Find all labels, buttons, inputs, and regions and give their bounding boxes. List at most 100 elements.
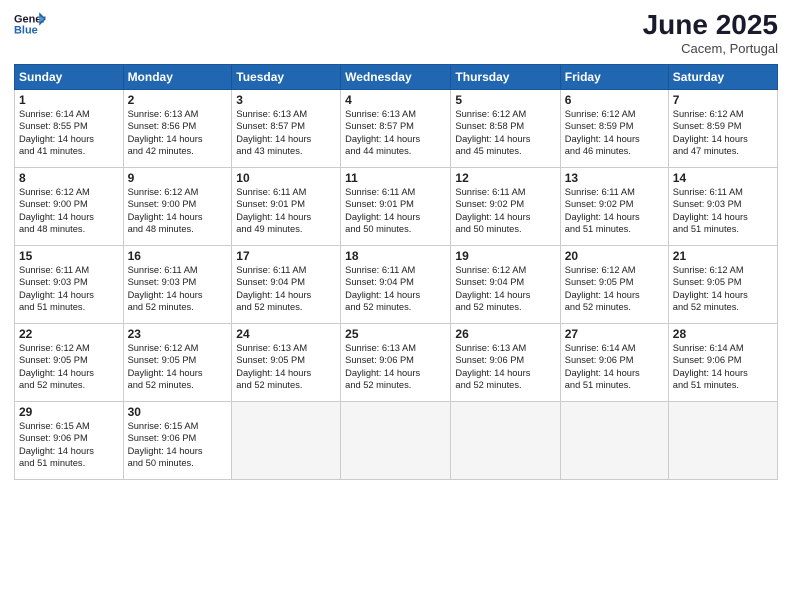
calendar-week-row: 22Sunrise: 6:12 AMSunset: 9:05 PMDayligh… (15, 323, 778, 401)
day-info: Sunrise: 6:12 AMSunset: 8:59 PMDaylight:… (673, 108, 773, 158)
day-info: Sunrise: 6:14 AMSunset: 9:06 PMDaylight:… (565, 342, 664, 392)
table-row: 15Sunrise: 6:11 AMSunset: 9:03 PMDayligh… (15, 245, 124, 323)
day-info: Sunrise: 6:11 AMSunset: 9:03 PMDaylight:… (19, 264, 119, 314)
day-info: Sunrise: 6:11 AMSunset: 9:04 PMDaylight:… (236, 264, 336, 314)
table-row: 16Sunrise: 6:11 AMSunset: 9:03 PMDayligh… (123, 245, 232, 323)
table-row: 6Sunrise: 6:12 AMSunset: 8:59 PMDaylight… (560, 89, 668, 167)
day-info: Sunrise: 6:12 AMSunset: 9:00 PMDaylight:… (19, 186, 119, 236)
day-number: 29 (19, 405, 119, 419)
table-row: 12Sunrise: 6:11 AMSunset: 9:02 PMDayligh… (451, 167, 560, 245)
table-row: 11Sunrise: 6:11 AMSunset: 9:01 PMDayligh… (341, 167, 451, 245)
day-info: Sunrise: 6:13 AMSunset: 8:57 PMDaylight:… (236, 108, 336, 158)
calendar-week-row: 29 Sunrise: 6:15 AMSunset: 9:06 PMDayligh… (15, 401, 778, 479)
day-info: Sunrise: 6:12 AMSunset: 9:05 PMDaylight:… (19, 342, 119, 392)
table-row: 25Sunrise: 6:13 AMSunset: 9:06 PMDayligh… (341, 323, 451, 401)
day-info: Sunrise: 6:14 AMSunset: 8:55 PMDaylight:… (19, 108, 119, 158)
day-info: Sunrise: 6:12 AMSunset: 9:04 PMDaylight:… (455, 264, 555, 314)
col-tuesday: Tuesday (232, 64, 341, 89)
day-number: 8 (19, 171, 119, 185)
day-info: Sunrise: 6:15 AMSunset: 9:06 PMDaylight:… (128, 420, 228, 470)
calendar-header-row: Sunday Monday Tuesday Wednesday Thursday… (15, 64, 778, 89)
day-number: 7 (673, 93, 773, 107)
col-thursday: Thursday (451, 64, 560, 89)
day-info: Sunrise: 6:11 AMSunset: 9:03 PMDaylight:… (128, 264, 228, 314)
day-info: Sunrise: 6:12 AMSunset: 9:00 PMDaylight:… (128, 186, 228, 236)
day-info: Sunrise: 6:13 AMSunset: 8:57 PMDaylight:… (345, 108, 446, 158)
table-row: 22Sunrise: 6:12 AMSunset: 9:05 PMDayligh… (15, 323, 124, 401)
table-row: 21Sunrise: 6:12 AMSunset: 9:05 PMDayligh… (668, 245, 777, 323)
table-row: 2Sunrise: 6:13 AMSunset: 8:56 PMDaylight… (123, 89, 232, 167)
day-info: Sunrise: 6:14 AMSunset: 9:06 PMDaylight:… (673, 342, 773, 392)
table-row: 8Sunrise: 6:12 AMSunset: 9:00 PMDaylight… (15, 167, 124, 245)
day-info: Sunrise: 6:13 AMSunset: 8:56 PMDaylight:… (128, 108, 228, 158)
table-row: 9Sunrise: 6:12 AMSunset: 9:00 PMDaylight… (123, 167, 232, 245)
table-row: 3Sunrise: 6:13 AMSunset: 8:57 PMDaylight… (232, 89, 341, 167)
calendar: Sunday Monday Tuesday Wednesday Thursday… (14, 64, 778, 480)
day-number: 22 (19, 327, 119, 341)
day-info: Sunrise: 6:12 AMSunset: 8:59 PMDaylight:… (565, 108, 664, 158)
table-row: 5Sunrise: 6:12 AMSunset: 8:58 PMDaylight… (451, 89, 560, 167)
col-monday: Monday (123, 64, 232, 89)
day-number: 19 (455, 249, 555, 263)
day-number: 23 (128, 327, 228, 341)
day-info: Sunrise: 6:11 AMSunset: 9:03 PMDaylight:… (673, 186, 773, 236)
day-number: 27 (565, 327, 664, 341)
table-row: 23Sunrise: 6:12 AMSunset: 9:05 PMDayligh… (123, 323, 232, 401)
table-row: 18Sunrise: 6:11 AMSunset: 9:04 PMDayligh… (341, 245, 451, 323)
table-row: 7Sunrise: 6:12 AMSunset: 8:59 PMDaylight… (668, 89, 777, 167)
day-number: 2 (128, 93, 228, 107)
table-row: 29Sunrise: 6:15 AMSunset: 9:06 PMDayligh… (15, 401, 124, 479)
day-number: 4 (345, 93, 446, 107)
table-row: 10Sunrise: 6:11 AMSunset: 9:01 PMDayligh… (232, 167, 341, 245)
day-number: 18 (345, 249, 446, 263)
day-number: 26 (455, 327, 555, 341)
table-row: 27Sunrise: 6:14 AMSunset: 9:06 PMDayligh… (560, 323, 668, 401)
day-number: 10 (236, 171, 336, 185)
col-wednesday: Wednesday (341, 64, 451, 89)
day-info: Sunrise: 6:12 AMSunset: 9:05 PMDaylight:… (128, 342, 228, 392)
day-number: 5 (455, 93, 555, 107)
table-row: 28Sunrise: 6:14 AMSunset: 9:06 PMDayligh… (668, 323, 777, 401)
table-row: 17Sunrise: 6:11 AMSunset: 9:04 PMDayligh… (232, 245, 341, 323)
day-info: Sunrise: 6:11 AMSunset: 9:01 PMDaylight:… (236, 186, 336, 236)
month-title: June 2025 (643, 10, 778, 41)
day-number: 1 (19, 93, 119, 107)
table-row (560, 401, 668, 479)
table-row: 13Sunrise: 6:11 AMSunset: 9:02 PMDayligh… (560, 167, 668, 245)
calendar-week-row: 15Sunrise: 6:11 AMSunset: 9:03 PMDayligh… (15, 245, 778, 323)
svg-text:Blue: Blue (14, 24, 38, 36)
day-number: 21 (673, 249, 773, 263)
day-number: 16 (128, 249, 228, 263)
day-number: 13 (565, 171, 664, 185)
location: Cacem, Portugal (643, 41, 778, 56)
table-row: 4Sunrise: 6:13 AMSunset: 8:57 PMDaylight… (341, 89, 451, 167)
day-number: 17 (236, 249, 336, 263)
col-friday: Friday (560, 64, 668, 89)
day-number: 28 (673, 327, 773, 341)
title-block: June 2025 Cacem, Portugal (643, 10, 778, 56)
table-row: 30Sunrise: 6:15 AMSunset: 9:06 PMDayligh… (123, 401, 232, 479)
page: General Blue June 2025 Cacem, Portugal S… (0, 0, 792, 612)
table-row: 14Sunrise: 6:11 AMSunset: 9:03 PMDayligh… (668, 167, 777, 245)
day-number: 30 (128, 405, 228, 419)
day-info: Sunrise: 6:11 AMSunset: 9:02 PMDaylight:… (455, 186, 555, 236)
logo: General Blue (14, 10, 46, 38)
day-info: Sunrise: 6:12 AMSunset: 9:05 PMDaylight:… (565, 264, 664, 314)
day-info: Sunrise: 6:13 AMSunset: 9:06 PMDaylight:… (345, 342, 446, 392)
table-row (341, 401, 451, 479)
day-number: 20 (565, 249, 664, 263)
table-row (232, 401, 341, 479)
day-number: 6 (565, 93, 664, 107)
logo-icon: General Blue (14, 10, 46, 38)
calendar-week-row: 8Sunrise: 6:12 AMSunset: 9:00 PMDaylight… (15, 167, 778, 245)
day-info: Sunrise: 6:13 AMSunset: 9:06 PMDaylight:… (455, 342, 555, 392)
table-row: 26Sunrise: 6:13 AMSunset: 9:06 PMDayligh… (451, 323, 560, 401)
table-row (668, 401, 777, 479)
table-row: 1Sunrise: 6:14 AMSunset: 8:55 PMDaylight… (15, 89, 124, 167)
day-number: 24 (236, 327, 336, 341)
day-number: 12 (455, 171, 555, 185)
day-info: Sunrise: 6:11 AMSunset: 9:04 PMDaylight:… (345, 264, 446, 314)
day-info: Sunrise: 6:11 AMSunset: 9:02 PMDaylight:… (565, 186, 664, 236)
table-row: 20Sunrise: 6:12 AMSunset: 9:05 PMDayligh… (560, 245, 668, 323)
day-info: Sunrise: 6:11 AMSunset: 9:01 PMDaylight:… (345, 186, 446, 236)
